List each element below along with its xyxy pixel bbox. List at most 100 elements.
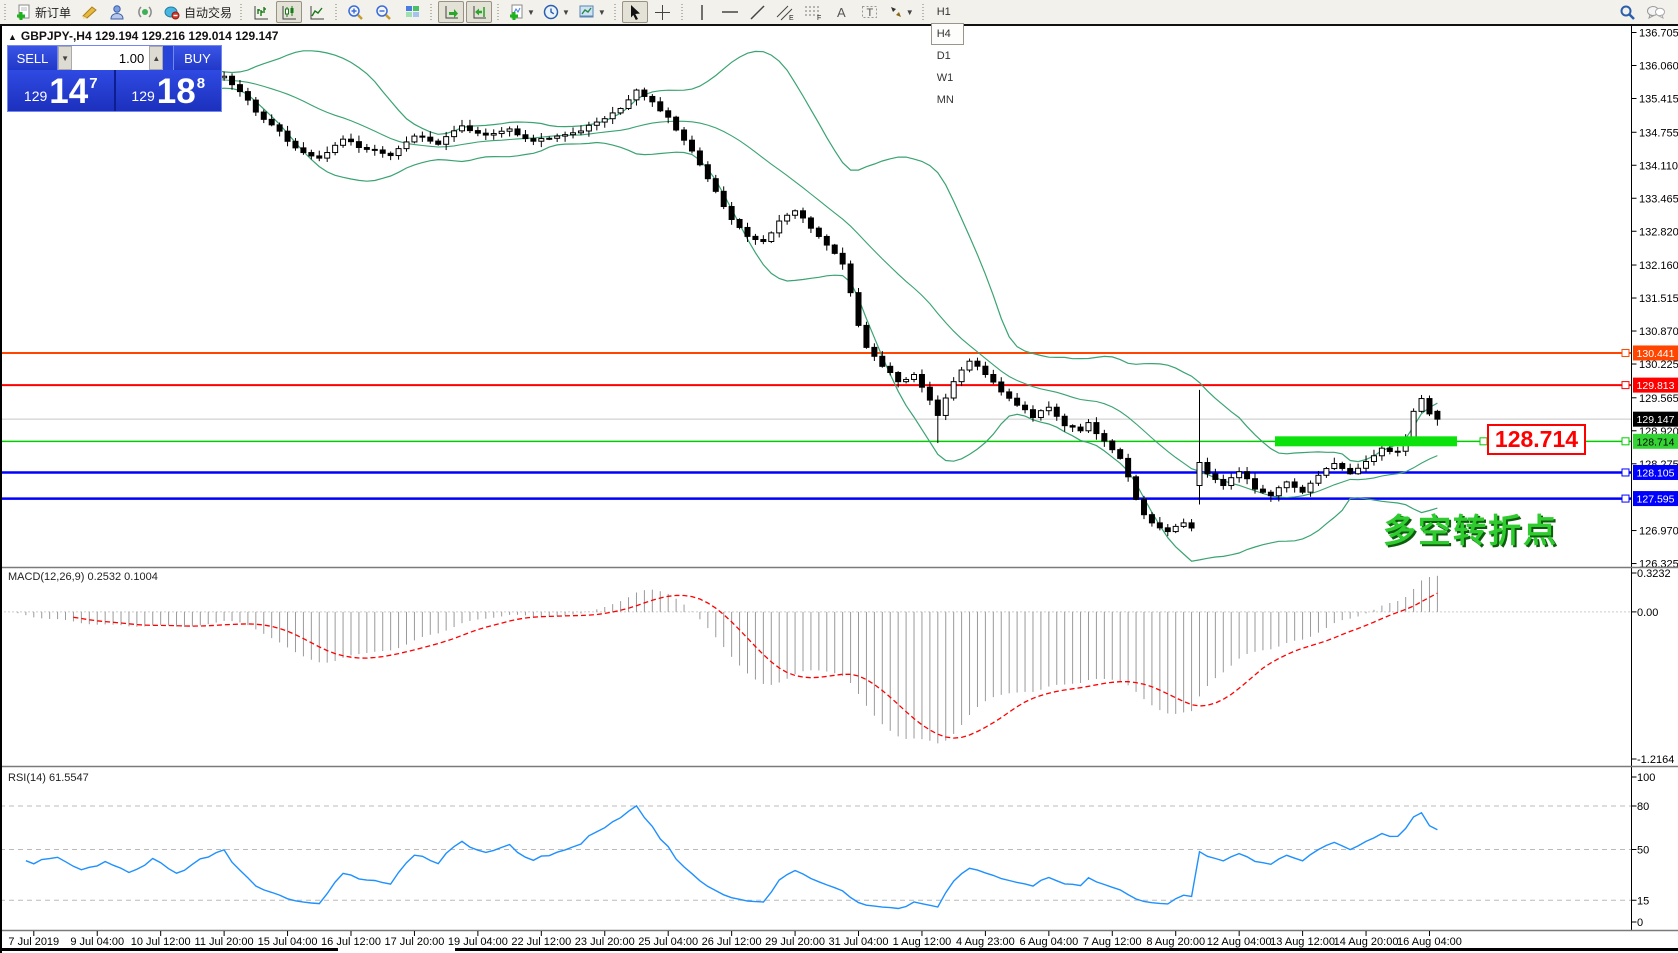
vertical-line-button[interactable] — [689, 1, 715, 23]
chat-icon — [1646, 4, 1666, 20]
line-chart-button[interactable] — [304, 1, 330, 23]
price-axis-tick: 130.225 — [1639, 359, 1678, 371]
time-axis-label[interactable]: 16 Jul 12:00 — [321, 936, 381, 948]
auto-scroll-icon — [443, 4, 460, 21]
timeframe-button-w1[interactable]: W1 — [931, 67, 964, 89]
timeframe-button-mn[interactable]: MN — [931, 89, 964, 111]
time-axis-label[interactable]: 19 Jul 04:00 — [448, 936, 508, 948]
time-axis-label[interactable]: 13 Aug 12:00 — [1270, 936, 1335, 948]
toolbar-grip[interactable] — [920, 4, 927, 20]
pivot-zone-rect[interactable] — [1275, 436, 1457, 446]
volume-increase-button[interactable]: ▲ — [149, 46, 163, 70]
symbol-timeframe: GBPJPY-,H4 — [21, 29, 92, 43]
time-axis-label[interactable]: 17 Jul 20:00 — [384, 936, 444, 948]
time-axis-label[interactable]: 15 Jul 04:00 — [258, 936, 318, 948]
time-axis-label[interactable]: 14 Aug 20:00 — [1334, 936, 1399, 948]
crosshair-icon — [654, 4, 671, 21]
zoom-out-button[interactable] — [371, 1, 397, 23]
toolbar-grip[interactable] — [495, 4, 502, 20]
toolbar-grip[interactable] — [612, 4, 619, 20]
time-axis-label[interactable]: 7 Jul 2019 — [8, 936, 59, 948]
candlestick-chart-button[interactable] — [276, 1, 302, 23]
rsi-axis-tick: 80 — [1637, 801, 1649, 813]
signal-icon — [137, 4, 154, 20]
time-axis-label[interactable]: 9 Jul 04:00 — [70, 936, 124, 948]
buy-price-figure: 129 — [131, 88, 154, 104]
time-axis-label[interactable]: 10 Jul 12:00 — [131, 936, 191, 948]
collapse-panel-icon[interactable]: ▲ — [8, 32, 17, 42]
pivot-price-callout[interactable]: 128.714 — [1487, 424, 1586, 455]
indicators-button[interactable]: ▼ — [505, 1, 538, 23]
time-axis-label[interactable]: 8 Aug 20:00 — [1146, 936, 1205, 948]
toolbar-grip[interactable] — [238, 4, 245, 20]
cursor-button[interactable] — [622, 1, 648, 23]
signal-button[interactable] — [132, 1, 158, 23]
price-axis-tick: 131.515 — [1639, 293, 1678, 305]
price-axis-tick: 135.415 — [1639, 93, 1678, 105]
new-order-button[interactable]: 新订单 — [12, 1, 74, 23]
equidistant-channel-button[interactable]: E — [773, 1, 799, 23]
toolbar-grip[interactable] — [2, 4, 9, 20]
time-axis-label[interactable]: 22 Jul 12:00 — [511, 936, 571, 948]
equidistant-channel-icon: E — [776, 4, 795, 21]
crayon-button[interactable] — [76, 1, 102, 23]
toolbar-grip[interactable] — [428, 4, 435, 20]
rsi-axis-tick: 0 — [1637, 917, 1643, 929]
svg-text:T: T — [866, 7, 873, 19]
svg-text:A: A — [837, 5, 846, 20]
time-axis-label[interactable]: 16 Aug 04:00 — [1397, 936, 1462, 948]
time-axis-label[interactable]: 31 Jul 04:00 — [829, 936, 889, 948]
auto-trading-button[interactable]: 自动交易 — [160, 1, 235, 23]
chart-shift-button[interactable] — [466, 1, 492, 23]
bar-chart-button[interactable] — [248, 1, 274, 23]
arrows-button[interactable]: ▼ — [885, 1, 917, 23]
timeframe-button-d1[interactable]: D1 — [931, 45, 964, 67]
trendline-button[interactable] — [745, 1, 771, 23]
toolbar-grip[interactable] — [679, 4, 686, 20]
fibonacci-button[interactable]: F — [801, 1, 827, 23]
bar-chart-icon — [253, 4, 270, 21]
sell-price-tile[interactable]: 129 14 7 — [8, 70, 116, 111]
auto-scroll-button[interactable] — [438, 1, 464, 23]
time-axis-label[interactable]: 23 Jul 20:00 — [575, 936, 635, 948]
time-axis-label[interactable]: 25 Jul 04:00 — [638, 936, 698, 948]
timeframe-group: M1M5M15M30H1H4D1W1MN — [929, 0, 966, 111]
time-axis-label[interactable]: 6 Aug 04:00 — [1019, 936, 1078, 948]
horizontal-line-button[interactable] — [717, 1, 743, 23]
profile-button[interactable] — [104, 1, 130, 23]
text-button[interactable]: A — [829, 1, 855, 23]
time-axis-label[interactable]: 7 Aug 12:00 — [1083, 936, 1142, 948]
bottom-border-segment — [0, 948, 338, 951]
volume-decrease-button[interactable]: ▼ — [58, 46, 72, 70]
zoom-in-button[interactable] — [343, 1, 369, 23]
chat-button[interactable] — [1643, 1, 1669, 23]
time-axis-label[interactable]: 11 Jul 20:00 — [195, 936, 254, 948]
window-left-border — [0, 26, 2, 953]
timeframe-button-h4[interactable]: H4 — [931, 23, 964, 45]
timeframe-button-h1[interactable]: H1 — [931, 1, 964, 23]
auto-trading-label: 自动交易 — [184, 4, 232, 21]
text-label-button[interactable]: T — [857, 1, 883, 23]
templates-button[interactable]: ▼ — [575, 1, 609, 23]
time-axis-label[interactable]: 12 Aug 04:00 — [1207, 936, 1272, 948]
pivot-annotation-text[interactable]: 多空转折点 — [1383, 504, 1558, 552]
search-button[interactable] — [1615, 1, 1641, 23]
indicators-dropdown-icon: ▼ — [527, 8, 535, 17]
buy-price-tile[interactable]: 129 18 8 — [116, 70, 222, 111]
toolbar-grip[interactable] — [333, 4, 340, 20]
time-axis-label[interactable]: 29 Jul 20:00 — [765, 936, 825, 948]
crosshair-button[interactable] — [650, 1, 676, 23]
buy-button[interactable]: BUY — [173, 46, 221, 70]
time-axis-label[interactable]: 1 Aug 12:00 — [893, 936, 952, 948]
time-axis-label[interactable]: 4 Aug 23:00 — [956, 936, 1015, 948]
sell-price-figure: 129 — [24, 88, 47, 104]
zoom-in-icon — [347, 4, 365, 21]
sell-button[interactable]: SELL — [8, 46, 58, 70]
toolbar: 新订单 自动交易 ▼ ▼ — [0, 0, 1678, 26]
periods-button[interactable]: ▼ — [540, 1, 573, 23]
volume-input[interactable] — [72, 46, 149, 70]
tile-windows-button[interactable] — [399, 1, 425, 23]
price-chart-canvas[interactable]: 136.705136.060135.415134.755134.110133.4… — [0, 0, 1678, 953]
time-axis-label[interactable]: 26 Jul 12:00 — [702, 936, 762, 948]
sell-price-point: 7 — [89, 75, 97, 92]
